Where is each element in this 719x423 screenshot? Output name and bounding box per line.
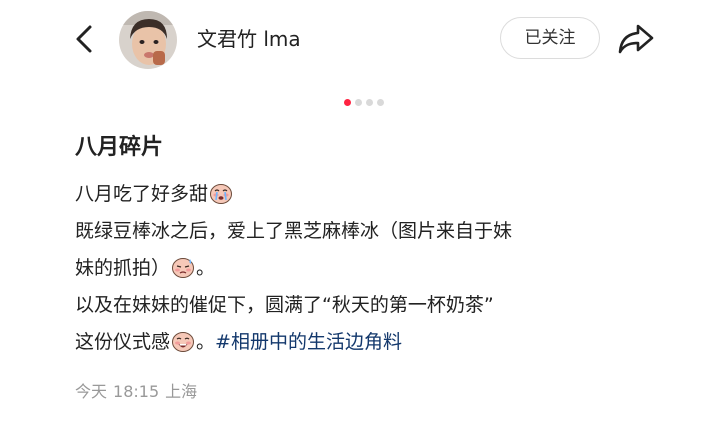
note-line: 这份仪式感 。#相册中的生活边角料 <box>75 324 675 361</box>
note-text: 。 <box>196 331 216 353</box>
author-avatar[interactable] <box>119 11 177 69</box>
post-date: 今天 <box>75 382 108 401</box>
post-location[interactable]: 上海 <box>165 382 197 401</box>
note-line: 八月吃了好多甜 <box>75 176 675 213</box>
author-name[interactable]: 文君竹 lma <box>197 24 301 54</box>
grinning-face-emoji-icon <box>172 332 195 352</box>
avatar-photo <box>119 11 177 69</box>
note-body: 八月吃了好多甜 既绿豆棒冰之后，爱上了黑芝麻棒冰（图片来自于妹 妹的抓拍） 。 … <box>75 176 675 361</box>
note-text: 以及在妹妹的催促下，圆满了“秋天的第一杯奶茶” <box>75 294 494 316</box>
carousel-dot-active <box>344 99 351 106</box>
note-line: 以及在妹妹的催促下，圆满了“秋天的第一杯奶茶” <box>75 287 675 324</box>
carousel-dot <box>366 99 373 106</box>
post-meta: 今天 18:15 上海 <box>75 380 203 404</box>
post-time: 18:15 <box>113 382 160 401</box>
note-text: 。 <box>196 257 216 279</box>
note-line: 妹的抓拍） 。 <box>75 250 675 287</box>
note-title: 八月碎片 <box>75 135 164 160</box>
note-header: 文君竹 lma 已关注 <box>0 0 719 80</box>
note-text: 八月吃了好多甜 <box>75 183 209 205</box>
note-page: 文君竹 lma 已关注 八月碎片 八月吃了好多甜 既绿豆棒冰之后，爱上了黑芝麻棒… <box>0 0 719 423</box>
image-carousel-indicator <box>344 99 384 107</box>
back-arrow-icon[interactable] <box>70 22 98 56</box>
sweat-face-emoji-icon <box>172 258 195 278</box>
note-text: 既绿豆棒冰之后，爱上了黑芝麻棒冰（图片来自于妹 <box>75 220 513 242</box>
follow-button[interactable]: 已关注 <box>500 17 600 59</box>
carousel-dot <box>355 99 362 106</box>
carousel-dot <box>377 99 384 106</box>
note-text: 妹的抓拍） <box>75 257 171 279</box>
hashtag-link[interactable]: #相册中的生活边角料 <box>215 331 402 353</box>
note-text: 这份仪式感 <box>75 331 171 353</box>
share-icon[interactable] <box>616 20 656 58</box>
note-line: 既绿豆棒冰之后，爱上了黑芝麻棒冰（图片来自于妹 <box>75 213 675 250</box>
crying-face-emoji-icon <box>210 184 233 204</box>
